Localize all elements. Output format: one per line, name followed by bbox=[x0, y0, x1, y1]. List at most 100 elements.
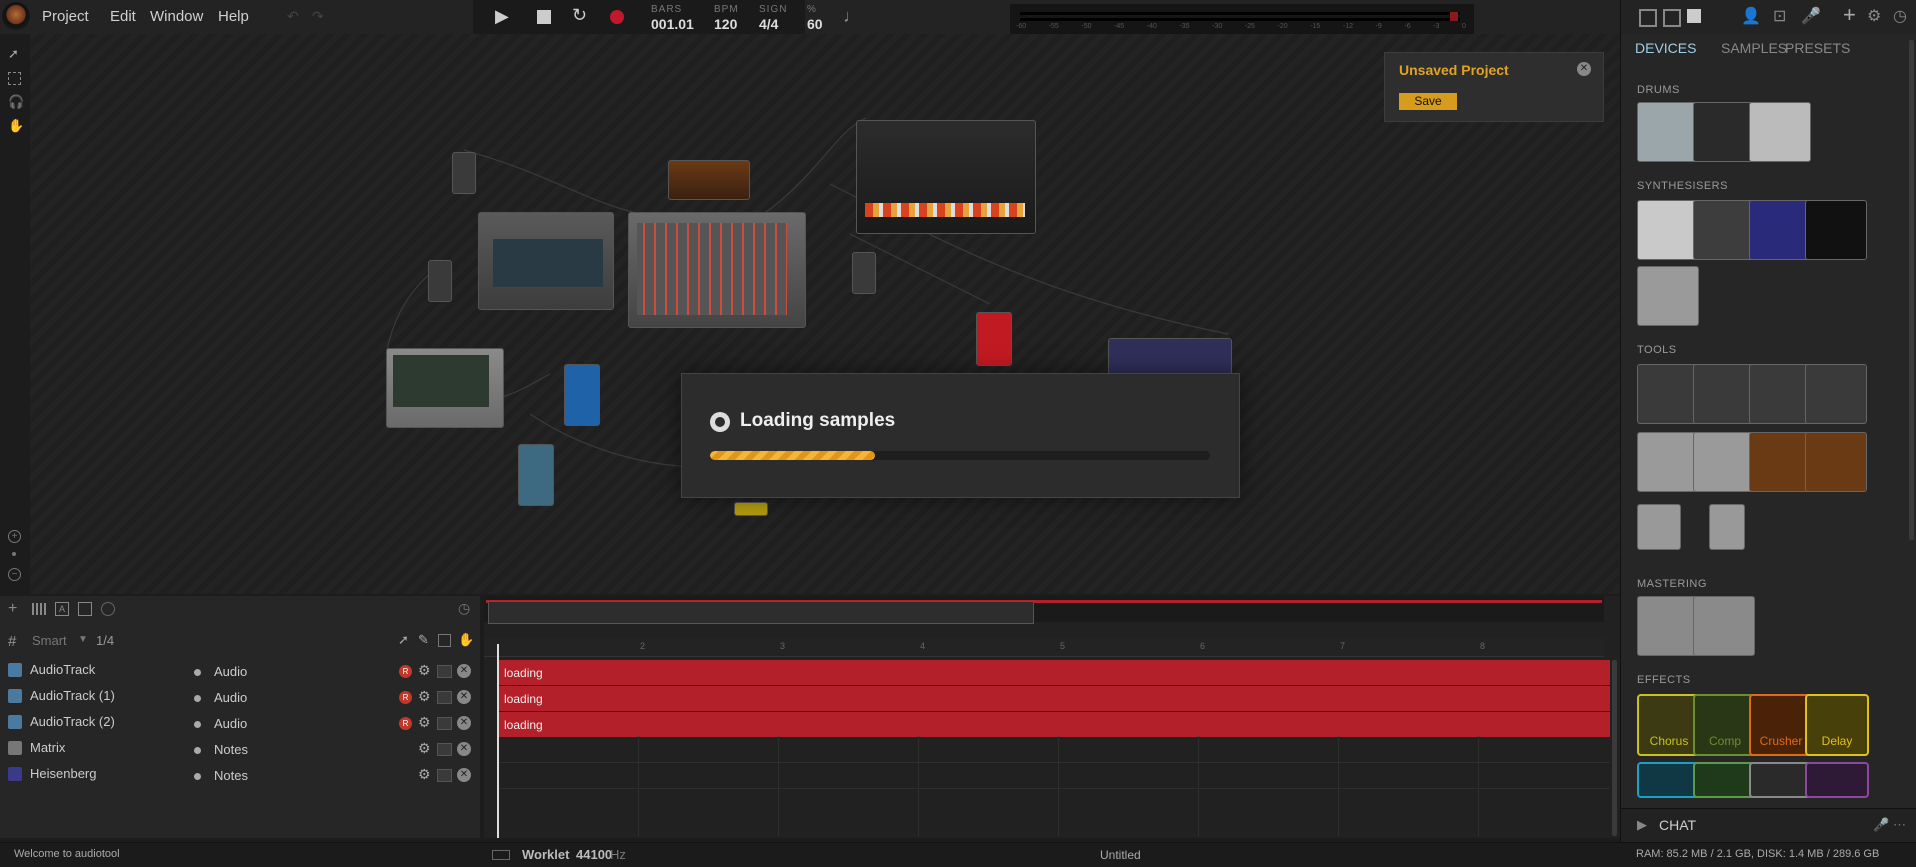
sign-value[interactable]: 4/4 bbox=[759, 16, 778, 32]
grey-pedal-device[interactable] bbox=[518, 444, 554, 506]
synth-device[interactable] bbox=[478, 212, 614, 310]
time-ruler[interactable]: 2 3 4 5 6 7 8 bbox=[484, 638, 1604, 657]
select-tool-icon[interactable] bbox=[8, 72, 21, 85]
screenshot-icon[interactable]: ⊡ bbox=[1773, 6, 1786, 26]
hand-tool-icon[interactable]: ✋ bbox=[458, 632, 474, 648]
device-thumb-tool-6[interactable] bbox=[1693, 432, 1755, 492]
overview-selection[interactable] bbox=[488, 601, 1034, 624]
automation-icon[interactable]: A bbox=[55, 602, 69, 616]
clone-tool-icon[interactable] bbox=[438, 634, 451, 647]
layout-grid-icon[interactable] bbox=[1639, 9, 1657, 27]
loop-icon[interactable]: ↻ bbox=[572, 5, 587, 26]
delete-track-icon[interactable]: ✕ bbox=[457, 716, 471, 730]
track-name[interactable]: AudioTrack bbox=[30, 662, 95, 677]
yellow-device-edge[interactable] bbox=[734, 502, 768, 516]
device-thumb-synth-4[interactable] bbox=[1805, 200, 1867, 260]
chat-expand-icon[interactable]: ▶ bbox=[1637, 817, 1647, 833]
grid-icon[interactable]: # bbox=[8, 633, 16, 650]
blue-pedal-device[interactable] bbox=[564, 364, 600, 426]
track-name[interactable]: Heisenberg bbox=[30, 766, 97, 781]
record-arm-icon[interactable]: R bbox=[399, 717, 412, 730]
mute-icon[interactable] bbox=[437, 743, 452, 756]
pointer-tool-icon[interactable]: ➚ bbox=[398, 632, 409, 648]
menu-project[interactable]: Project bbox=[42, 8, 89, 25]
device-thumb-drums-1[interactable] bbox=[1637, 102, 1699, 162]
menu-edit[interactable]: Edit bbox=[110, 8, 136, 25]
rack-device-small-2[interactable] bbox=[428, 260, 452, 302]
device-thumb-tool-10[interactable] bbox=[1709, 504, 1745, 550]
delete-track-icon[interactable]: ✕ bbox=[457, 690, 471, 704]
history-icon[interactable]: ◷ bbox=[1893, 6, 1907, 26]
menu-help[interactable]: Help bbox=[218, 8, 249, 25]
menu-window[interactable]: Window bbox=[150, 8, 203, 25]
track-name[interactable]: AudioTrack (2) bbox=[30, 714, 115, 729]
add-user-icon[interactable]: 👤 bbox=[1741, 6, 1761, 26]
stop-icon[interactable] bbox=[537, 10, 551, 24]
audio-region[interactable]: loading bbox=[498, 660, 1610, 685]
record-icon[interactable] bbox=[610, 10, 624, 24]
device-thumb-tool-9[interactable] bbox=[1637, 504, 1681, 550]
rack-device-small-3[interactable] bbox=[852, 252, 876, 294]
track-row[interactable]: AudioTrack (1) Audio R ⚙ ✕ bbox=[0, 684, 480, 710]
hand-tool-icon[interactable]: ✋ bbox=[8, 118, 24, 134]
device-thumb-mastering-1[interactable] bbox=[1637, 596, 1699, 656]
pencil-tool-icon[interactable]: ✎ bbox=[418, 632, 429, 648]
device-thumb-tool-1[interactable] bbox=[1637, 364, 1699, 424]
track-name[interactable]: Matrix bbox=[30, 740, 65, 755]
effect-delay[interactable]: Delay bbox=[1805, 694, 1869, 756]
layout-list-icon[interactable] bbox=[1663, 9, 1681, 27]
timeline-scrollbar[interactable] bbox=[1612, 660, 1617, 836]
device-thumb-synth-3[interactable] bbox=[1749, 200, 1811, 260]
add-track-icon[interactable]: + bbox=[8, 600, 17, 618]
device-thumb-mastering-2[interactable] bbox=[1693, 596, 1755, 656]
chat-options-icon[interactable]: ⋯ bbox=[1893, 817, 1906, 833]
device-thumb-tool-8[interactable] bbox=[1805, 432, 1867, 492]
gear-icon[interactable]: ⚙ bbox=[418, 688, 431, 705]
piano-roll-icon[interactable] bbox=[32, 603, 46, 615]
record-arm-icon[interactable]: R bbox=[399, 665, 412, 678]
device-thumb-drums-3[interactable] bbox=[1749, 102, 1811, 162]
record-arm-icon[interactable]: R bbox=[399, 691, 412, 704]
effect-comp[interactable]: Comp bbox=[1693, 694, 1757, 756]
mute-icon[interactable] bbox=[437, 717, 452, 730]
drum-machine-device[interactable] bbox=[856, 120, 1036, 234]
playhead[interactable] bbox=[497, 644, 499, 838]
mute-icon[interactable] bbox=[437, 769, 452, 782]
settings-icon[interactable]: ⚙ bbox=[1867, 6, 1881, 26]
disabled-icon[interactable] bbox=[101, 602, 115, 616]
audio-region[interactable]: loading bbox=[498, 686, 1610, 711]
chat-mic-icon[interactable]: 🎤 bbox=[1873, 817, 1889, 833]
effect-chorus[interactable]: Chorus bbox=[1637, 694, 1701, 756]
effect-thumb-5[interactable] bbox=[1637, 762, 1701, 798]
device-thumb-tool-3[interactable] bbox=[1749, 364, 1811, 424]
metronome-icon[interactable]: ♩ bbox=[843, 6, 861, 27]
device-thumb-tool-7[interactable] bbox=[1749, 432, 1811, 492]
tube-device[interactable] bbox=[668, 160, 750, 200]
device-thumb-tool-5[interactable] bbox=[1637, 432, 1699, 492]
quantize-value[interactable]: 1/4 bbox=[96, 633, 114, 648]
effect-thumb-6[interactable] bbox=[1693, 762, 1757, 798]
rack-device-small[interactable] bbox=[452, 152, 476, 194]
headphones-icon[interactable]: 🎧 bbox=[8, 94, 24, 110]
track-row[interactable]: AudioTrack (2) Audio R ⚙ ✕ bbox=[0, 710, 480, 736]
effect-thumb-8[interactable] bbox=[1805, 762, 1869, 798]
layout-rows-icon[interactable] bbox=[1687, 9, 1701, 23]
device-thumb-synth-5[interactable] bbox=[1637, 266, 1699, 326]
equalizer-device[interactable] bbox=[386, 348, 504, 428]
mute-icon[interactable] bbox=[437, 665, 452, 678]
bars-value[interactable]: 001.01 bbox=[651, 16, 694, 32]
gear-icon[interactable]: ⚙ bbox=[418, 714, 431, 731]
pointer-tool-icon[interactable]: ➚ bbox=[8, 46, 19, 62]
mute-icon[interactable] bbox=[437, 691, 452, 704]
tab-devices[interactable]: DEVICES bbox=[1635, 40, 1696, 56]
undo-icon[interactable]: ↶ bbox=[287, 8, 299, 25]
effect-thumb-7[interactable] bbox=[1749, 762, 1813, 798]
gear-icon[interactable]: ⚙ bbox=[418, 662, 431, 679]
add-icon[interactable]: + bbox=[1843, 2, 1856, 28]
timer-icon[interactable]: ◷ bbox=[458, 600, 470, 617]
mixer-device[interactable] bbox=[628, 212, 806, 328]
delete-track-icon[interactable]: ✕ bbox=[457, 768, 471, 782]
bpm-value[interactable]: 120 bbox=[714, 16, 737, 32]
zoom-in-icon[interactable]: + bbox=[8, 530, 21, 543]
device-thumb-synth-1[interactable] bbox=[1637, 200, 1699, 260]
